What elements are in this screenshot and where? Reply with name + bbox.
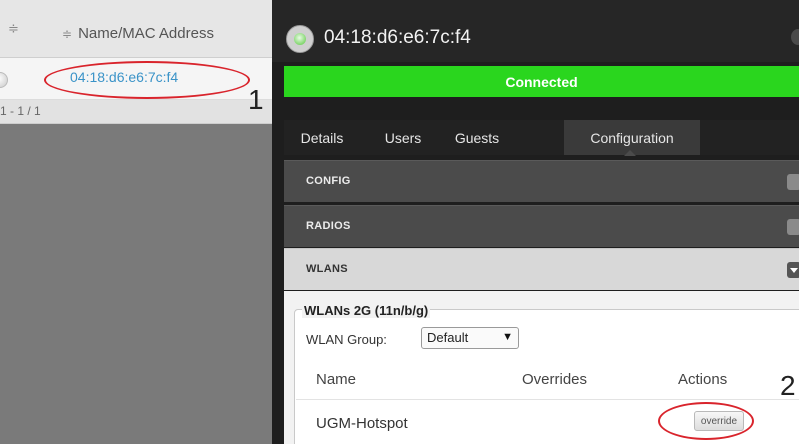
column-header-actions: Actions	[678, 371, 728, 388]
status-dot-icon	[0, 72, 8, 88]
detail-tabs: Details Users Guests Configuration	[284, 120, 799, 156]
column-header-name: Name	[316, 371, 357, 388]
wlan-group-select[interactable]: Default ▼	[421, 327, 519, 349]
list-header: ≑ ≑ Name/MAC Address	[0, 0, 272, 58]
status-text: Connected	[505, 73, 578, 90]
column-header-name-mac[interactable]: ≑ Name/MAC Address	[62, 25, 214, 42]
column-header-overrides: Overrides	[522, 371, 588, 388]
tab-guests[interactable]: Guests	[446, 120, 508, 155]
wlan-group-label: WLAN Group:	[306, 332, 387, 347]
sort-icon: ≑	[62, 27, 73, 41]
tab-users[interactable]: Users	[374, 120, 432, 155]
wlan-name: UGM-Hotspot	[316, 415, 408, 432]
section-config[interactable]: CONFIG	[284, 160, 799, 202]
row-divider	[296, 399, 799, 400]
expand-icon[interactable]	[787, 219, 799, 235]
wlan-group-value: Default	[427, 330, 469, 345]
annotation-circle-1	[44, 61, 250, 99]
wlans-2g-legend: WLANs 2G (11n/b/g)	[302, 303, 431, 318]
section-wlans[interactable]: WLANS	[284, 248, 799, 290]
annotation-label-2: 2	[780, 370, 796, 401]
chevron-down-icon: ▼	[502, 331, 513, 343]
device-detail-panel: 04:18:d6:e6:7c:f4 Connected Details User…	[272, 0, 799, 444]
section-wlans-label: WLANS	[306, 263, 348, 275]
column-header-label: Name/MAC Address	[78, 25, 214, 42]
annotation-label-1: 1	[248, 84, 264, 115]
section-config-label: CONFIG	[306, 175, 351, 187]
device-title: 04:18:d6:e6:7c:f4	[324, 27, 471, 48]
tab-details[interactable]: Details	[284, 120, 360, 155]
pagination-info: 1 - 1 / 1	[0, 100, 272, 124]
section-radios-label: RADIOS	[306, 220, 351, 232]
connection-status-icon	[286, 25, 314, 53]
sort-icon[interactable]: ≑	[8, 21, 19, 37]
pagination-label: 1 - 1 / 1	[0, 104, 41, 118]
status-banner: Connected	[284, 66, 799, 97]
annotation-circle-2	[658, 402, 754, 440]
section-radios[interactable]: RADIOS	[284, 205, 799, 247]
close-icon[interactable]	[791, 29, 799, 45]
collapse-icon[interactable]	[787, 262, 799, 278]
detail-header: 04:18:d6:e6:7c:f4	[272, 0, 799, 62]
tab-configuration[interactable]: Configuration	[564, 120, 700, 156]
expand-icon[interactable]	[787, 174, 799, 190]
